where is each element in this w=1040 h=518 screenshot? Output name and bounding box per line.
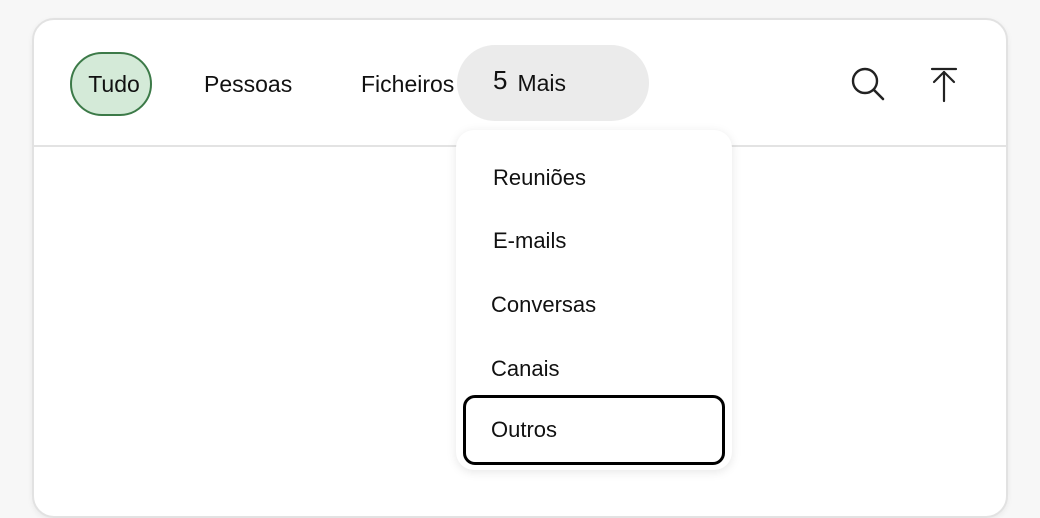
tab-files-label: Ficheiros (361, 70, 455, 97)
tab-more[interactable]: 5 Mais (457, 45, 649, 121)
search-icon (851, 67, 885, 101)
menu-item-emails[interactable]: E-mails (456, 213, 732, 269)
scroll-to-top-button[interactable] (924, 64, 964, 104)
menu-item-others[interactable]: Outros (463, 395, 725, 465)
tab-all[interactable]: Tudo (70, 52, 152, 116)
menu-item-label: Reuniões (493, 165, 586, 190)
menu-item-conversations[interactable]: Conversas (456, 277, 732, 333)
search-button[interactable] (848, 64, 888, 104)
tab-more-label: Mais (517, 69, 567, 96)
menu-item-channels[interactable]: Canais (456, 341, 732, 397)
menu-item-label: E-mails (493, 228, 567, 253)
tab-all-label: Tudo (88, 70, 140, 97)
scroll-to-top-icon (930, 67, 958, 103)
tab-people-label: Pessoas (204, 70, 293, 97)
menu-item-meetings[interactable]: Reuniões (456, 150, 732, 206)
more-dropdown-menu: Reuniões E-mails Conversas Canais Outros (456, 130, 732, 470)
menu-item-label: Outros (491, 417, 558, 442)
menu-item-label: Canais (491, 356, 560, 381)
menu-item-label: Conversas (491, 292, 597, 317)
more-count: 5 (493, 64, 508, 95)
tab-files[interactable]: Ficheiros (361, 52, 454, 116)
tab-people[interactable]: Pessoas (204, 52, 292, 116)
